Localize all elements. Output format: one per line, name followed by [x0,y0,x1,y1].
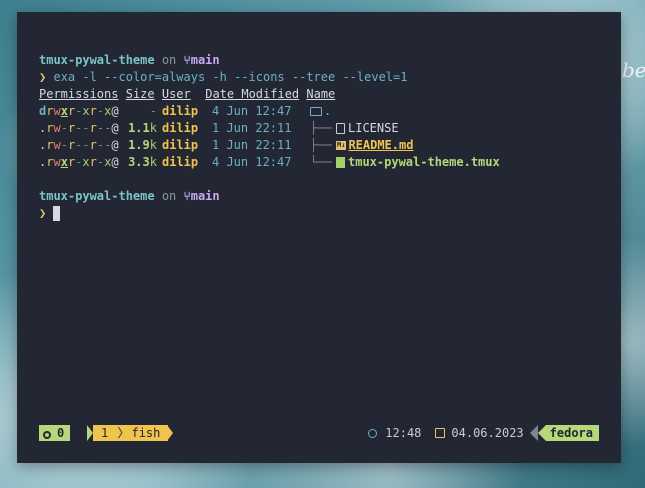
session-id: 0 [57,426,65,440]
session-icon [43,431,51,439]
row-permissions: .rw-r--r--@ [39,121,119,135]
folder-icon [310,107,322,116]
listing-row: .rw-r--r--@ 1.1k dilip 1 Jun 22:11 ├── LICENS… [39,120,500,137]
row-size: - [149,104,157,118]
markdown-icon: M↓ [336,141,347,150]
row-user: dilip [162,138,199,152]
row-filename[interactable]: README.md [348,137,413,154]
text-cursor[interactable] [53,206,61,221]
calendar-icon [435,428,446,438]
command-text: exa -l --color=always -h --icons --tree … [53,70,408,84]
status-time: 12:48 [385,426,422,440]
prompt-line: tmux-pywal-theme on ⑂ main [39,52,500,69]
header-name: Name [306,87,336,101]
git-branch-icon: ⑂ [183,189,191,203]
file-icon [336,123,345,134]
header-permissions: Permissions [39,87,119,101]
window-name: fish [131,426,161,440]
header-date: Date Modified [205,87,300,101]
status-right: 12:48 04.06.2023 fedora [368,425,599,441]
window-index: 1 [101,426,109,440]
row-filename[interactable]: . [324,103,331,120]
row-permissions: drwxr-xr-x@ [39,104,119,118]
separator-arrow [537,425,546,441]
prompt-symbol: ❯ [39,206,47,220]
status-date: 04.06.2023 [451,426,524,440]
wallpaper-script-text: be [622,58,645,82]
clock-icon [368,428,378,438]
prompt-on: on [161,189,177,203]
row-user: dilip [162,121,199,135]
prompt-branch: main [190,53,220,67]
row-date: 4 Jun 12:47 [212,155,292,169]
terminal-output: tmux-pywal-theme on ⑂ main ❯ exa -l --col… [39,52,500,222]
row-user: dilip [162,104,199,118]
tree-connector: ├── [310,138,332,152]
prompt-symbol: ❯ [39,70,47,84]
tree-connector: └── [310,155,332,169]
row-size: 3.3k [128,155,157,169]
header-size: Size [125,87,155,101]
prompt-branch: main [190,189,220,203]
tree-connector: ├── [310,121,332,135]
prompt-line-2: tmux-pywal-theme on ⑂ main [39,188,500,205]
separator-arrow [529,425,538,441]
row-filename[interactable]: LICENSE [348,120,399,137]
session-segment[interactable]: 0 [39,425,71,441]
row-date: 4 Jun 12:47 [212,104,292,118]
hostname-badge: fedora [545,425,599,441]
row-date: 1 Jun 22:11 [212,121,292,135]
listing-header: Permissions Size User Date Modified Name [39,86,500,103]
terminal-window[interactable]: tmux-pywal-theme on ⑂ main ❯ exa -l --col… [17,12,621,463]
tmux-file-icon [336,157,345,168]
command-line: ❯ exa -l --color=always -h --icons --tre… [39,69,500,86]
listing-row: drwxr-xr-x@ - dilip 4 Jun 12:47. [39,103,500,120]
row-size: 1.9k [128,138,157,152]
row-date: 1 Jun 22:11 [212,138,292,152]
chevron-right-icon: 〉 [117,426,130,440]
prompt-directory: tmux-pywal-theme [39,53,155,67]
prompt-on: on [161,53,177,67]
row-size: 1.1k [128,121,157,135]
row-permissions: .rw-r--r--@ [39,138,119,152]
row-filename[interactable]: tmux-pywal-theme.tmux [348,154,500,171]
window-segment[interactable]: 1 〉 fish [93,425,169,441]
row-permissions: .rwxr-xr-x@ [39,155,119,169]
row-user: dilip [162,155,199,169]
input-line[interactable]: ❯ [39,205,500,222]
header-user: User [161,87,191,101]
tmux-status-bar: 0 1 〉 fish 12:48 04.06.2023 fedora [39,425,599,441]
listing-row: .rwxr-xr-x@ 3.3k dilip 4 Jun 12:47 └── tmux-p… [39,154,500,171]
prompt-directory: tmux-pywal-theme [39,189,155,203]
listing-row: .rw-r--r--@ 1.9k dilip 1 Jun 22:11 ├── M↓ READ… [39,137,500,154]
separator-arrow [167,425,173,441]
git-branch-icon: ⑂ [183,53,191,67]
